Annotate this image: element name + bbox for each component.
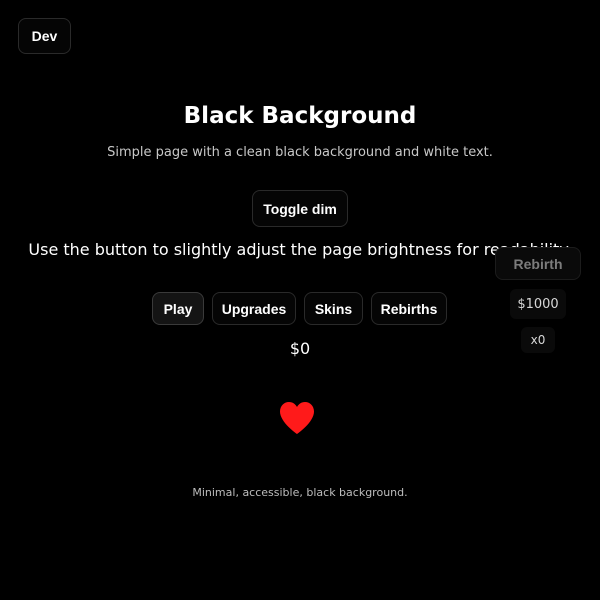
tab-play[interactable]: Play: [152, 292, 204, 325]
rebirth-panel: Rebirth $1000 x0: [495, 247, 581, 353]
rebirth-cost: $1000: [510, 289, 566, 319]
heart-shape[interactable]: [280, 402, 314, 434]
rebirth-button[interactable]: Rebirth: [495, 247, 581, 280]
tab-upgrades[interactable]: Upgrades: [212, 292, 296, 325]
toggle-dim-button[interactable]: Toggle dim: [252, 190, 348, 227]
dev-button[interactable]: Dev: [18, 18, 71, 54]
tab-rebirths[interactable]: Rebirths: [371, 292, 447, 325]
footer-text: Minimal, accessible, black background.: [192, 486, 408, 499]
page-title: Black Background: [183, 103, 417, 129]
money-counter: $0: [289, 339, 311, 358]
page-subtitle: Simple page with a clean black backgroun…: [107, 145, 493, 160]
page: Dev Black Background Simple page with a …: [0, 0, 600, 600]
heart-icon[interactable]: [279, 401, 315, 435]
tab-skins[interactable]: Skins: [304, 292, 363, 325]
